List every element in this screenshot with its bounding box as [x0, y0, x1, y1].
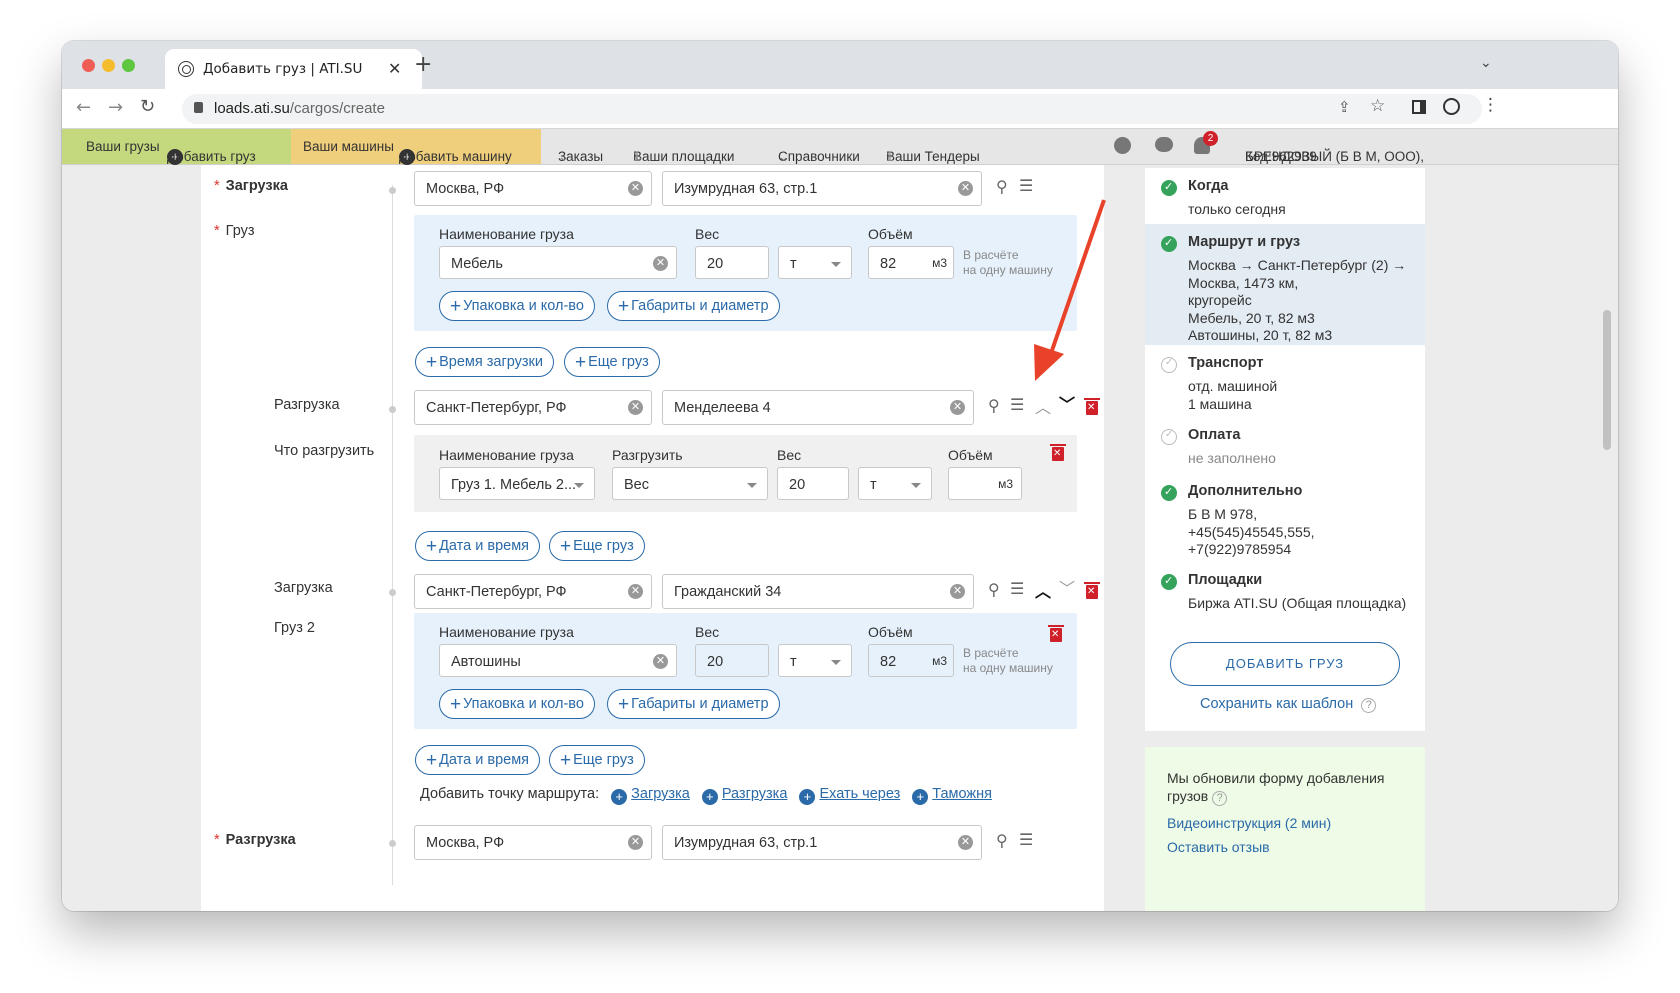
annotation-arrow — [1034, 199, 1106, 381]
annotation-arrow-head — [1034, 344, 1064, 381]
browser-window: Добавить груз | ATI.SU ✕ + ⌄ ← → ↻ loads… — [62, 41, 1618, 911]
annotation-arrow-line — [1046, 199, 1106, 363]
